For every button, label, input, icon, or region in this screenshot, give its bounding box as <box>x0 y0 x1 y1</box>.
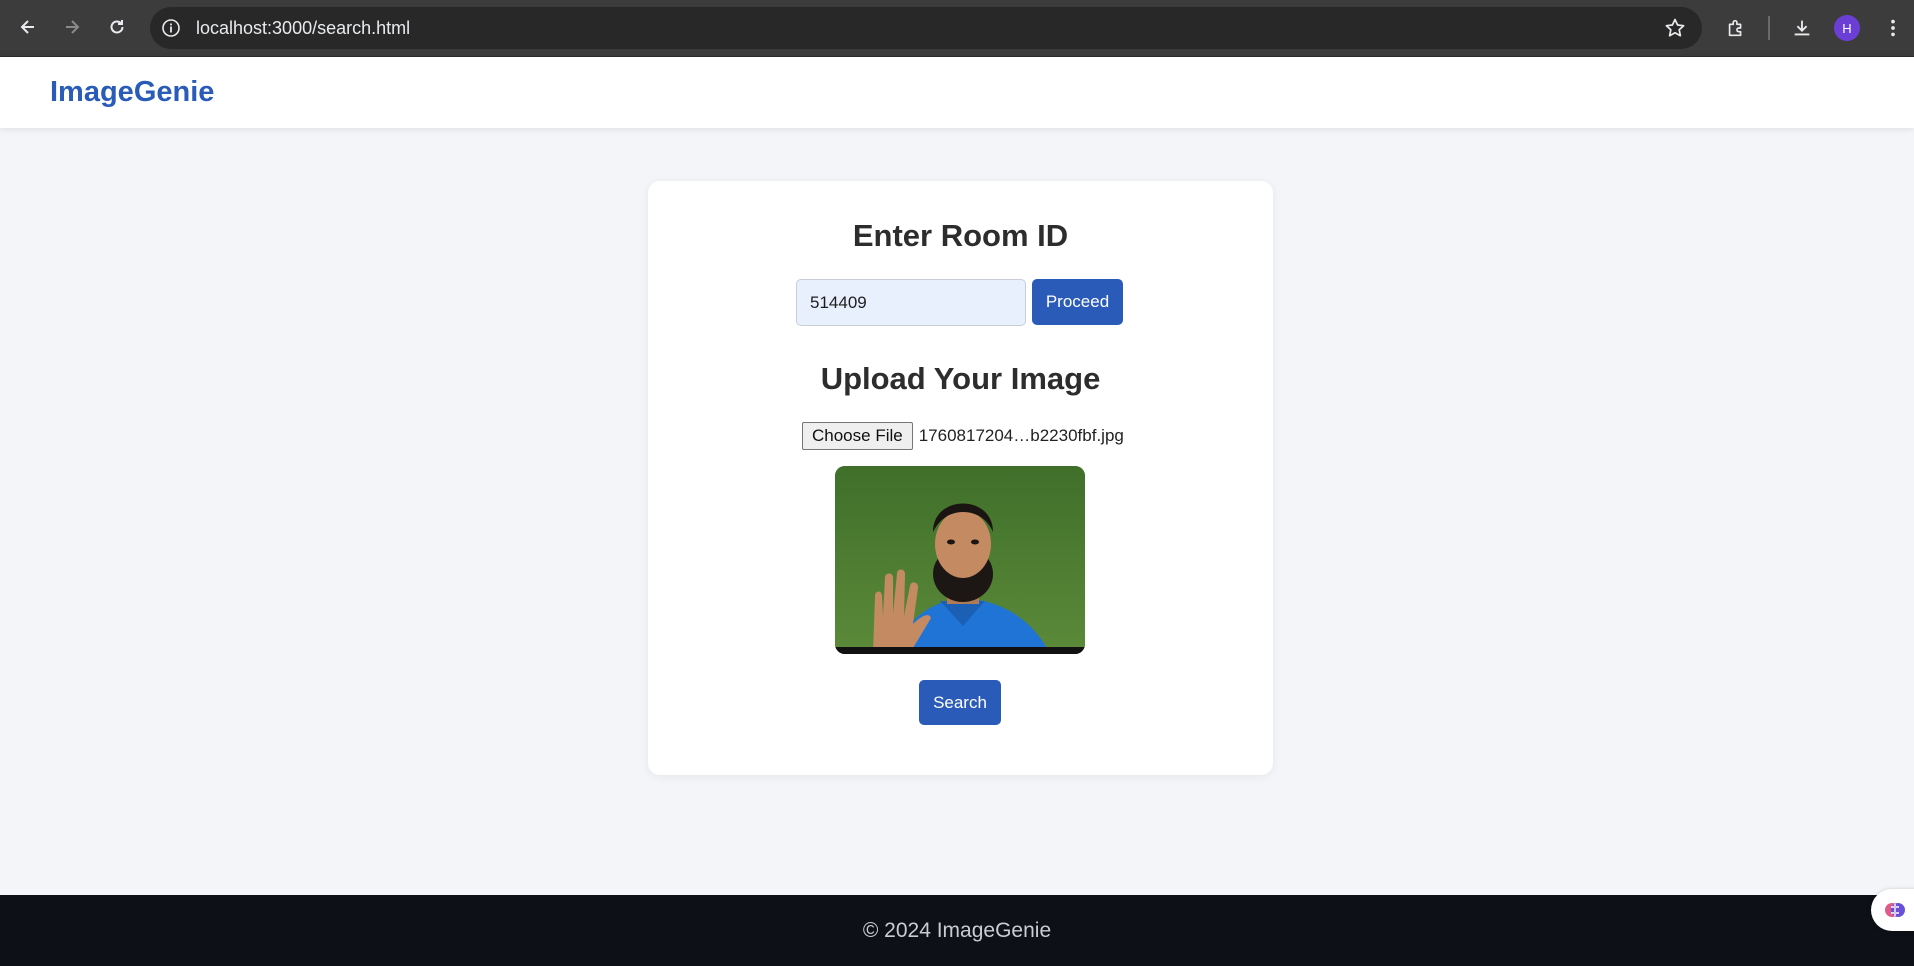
floating-extension-button[interactable] <box>1871 889 1914 931</box>
search-button[interactable]: Search <box>919 680 1001 725</box>
toolbar-divider <box>1768 16 1770 40</box>
arrow-left-icon <box>20 20 34 34</box>
url-text[interactable]: localhost:3000/search.html <box>196 7 410 49</box>
bookmark-star-icon[interactable] <box>1664 17 1686 39</box>
arrow-right-icon <box>66 20 80 34</box>
room-id-input[interactable] <box>796 279 1026 326</box>
brand-logo-text[interactable]: ImageGenie <box>50 57 214 128</box>
download-icon[interactable] <box>1788 14 1816 42</box>
file-name-text: 1760817204…b2230fbf.jpg <box>918 426 1124 445</box>
image-preview <box>835 466 1085 654</box>
footer-copyright: © 2024 ImageGenie <box>862 918 1052 942</box>
browser-toolbar: localhost:3000/search.html H <box>0 0 1914 57</box>
extensions-icon[interactable] <box>1722 14 1750 42</box>
choose-file-button[interactable]: Choose File <box>802 422 913 450</box>
proceed-button[interactable]: Proceed <box>1032 279 1123 325</box>
more-menu-icon[interactable] <box>1879 14 1907 42</box>
file-input[interactable]: Choose File 1760817204…b2230fbf.jpg <box>802 422 1124 450</box>
search-card: Enter Room ID Proceed Upload Your Image … <box>648 181 1273 775</box>
site-header: ImageGenie <box>0 57 1914 128</box>
photo-preview-image <box>835 466 1085 654</box>
profile-avatar[interactable]: H <box>1834 15 1860 41</box>
brain-icon <box>1885 903 1905 917</box>
upload-heading: Upload Your Image <box>820 361 1101 396</box>
forward-button[interactable] <box>56 11 88 43</box>
site-footer: © 2024 ImageGenie <box>0 895 1914 966</box>
reload-icon <box>110 20 124 34</box>
reload-button[interactable] <box>101 11 133 43</box>
address-bar[interactable]: localhost:3000/search.html <box>150 7 1702 49</box>
back-button[interactable] <box>12 11 44 43</box>
site-info-icon[interactable] <box>160 17 182 39</box>
room-heading: Enter Room ID <box>852 218 1069 253</box>
